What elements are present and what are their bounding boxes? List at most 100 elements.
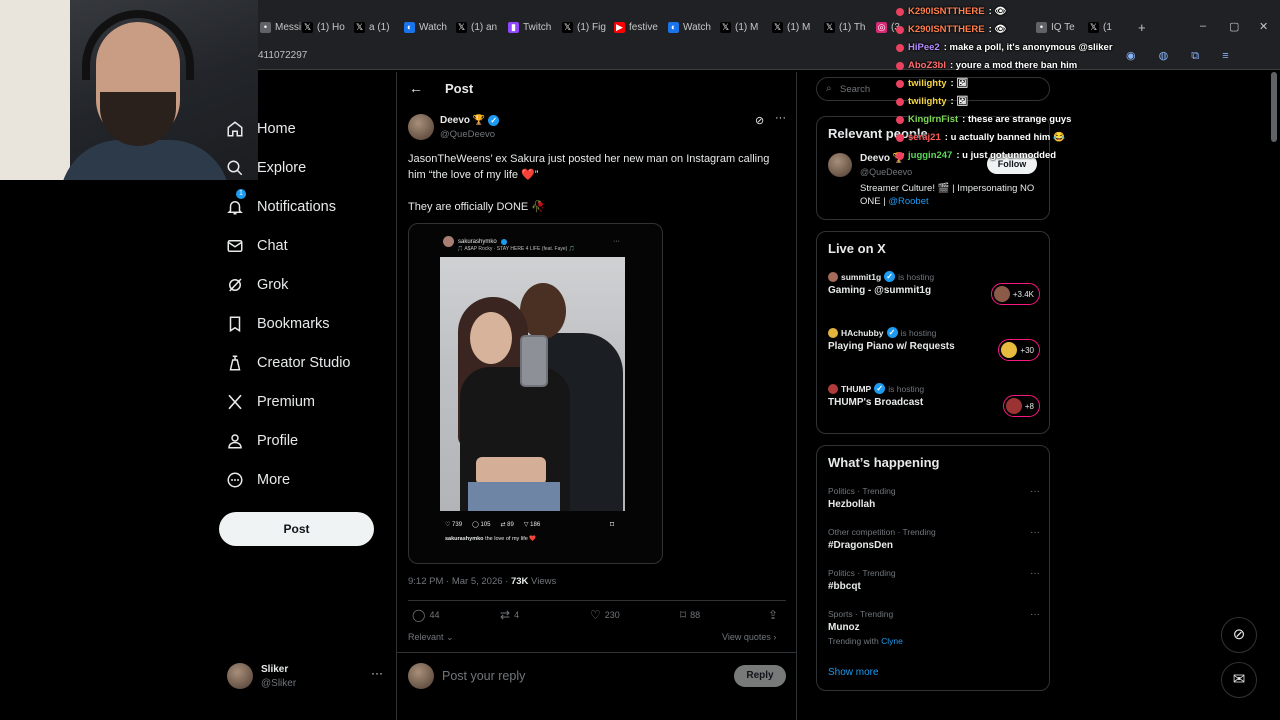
browser-tab[interactable]: 𝕏 (1) M (720, 18, 770, 36)
sidebar-item-grok[interactable]: Grok (220, 273, 288, 297)
scrollbar[interactable] (1271, 72, 1277, 142)
chat-username: AboZ3bl (908, 60, 946, 71)
post-detail: ← Post Deevo 🏆 ✓ @QueDeevo ⊘ ··· JasonTh… (396, 72, 797, 720)
post-text-2: They are officially DONE 🥀 (408, 201, 545, 213)
address-text[interactable]: 411072297 (258, 50, 307, 61)
sidebar-item-chat[interactable]: Chat (220, 234, 288, 258)
browser-tab[interactable]: ◐ Watch (404, 18, 454, 36)
tab-label: (1) M (787, 21, 811, 33)
browser-tab[interactable]: ◐ Watch (668, 18, 718, 36)
chat-username: twilighty (908, 78, 947, 89)
more-dots-icon[interactable]: ··· (371, 666, 383, 680)
trend-item[interactable]: Other competition · Trending #DragonsDen… (828, 527, 1040, 563)
sidebar-item-label: Grok (257, 277, 289, 293)
watch-icon: ◐ (404, 21, 415, 33)
more-dots-icon[interactable]: ··· (1030, 527, 1040, 538)
chat-username: seraj21 (908, 132, 941, 143)
x-logo-icon (228, 394, 242, 410)
account-switcher[interactable]: Sliker @Sliker ··· (227, 662, 387, 692)
bio-link[interactable]: @Roobet (888, 196, 928, 207)
browser-tab[interactable]: ▶ festive (614, 18, 664, 36)
new-tab-button[interactable]: + (1138, 18, 1146, 36)
browser-tab[interactable]: 𝕏 (1) M (772, 18, 822, 36)
tab-label: (1) Th (839, 21, 866, 33)
minimize-button[interactable]: – (1200, 20, 1206, 32)
browser-tab[interactable]: 𝕏 (1) Fig (562, 18, 612, 36)
trend-item[interactable]: Politics · Trending #bbcqt ··· (828, 568, 1040, 604)
verified-badge-icon (500, 238, 507, 245)
repost-icon: ⇄ 89 (500, 522, 514, 528)
browser-tab[interactable]: ▮ Twitch (508, 18, 558, 36)
x-icon: 𝕏 (720, 21, 731, 33)
bookmark-button[interactable]: ⌑ 88 (680, 608, 700, 622)
sidebar-item-notifications[interactable]: 1 Notifications (220, 189, 336, 219)
sidebar-item-label: Bookmarks (257, 316, 330, 332)
heart-icon: ♡ (590, 608, 601, 622)
browser-tab[interactable]: 𝕏 (1) Ho (302, 18, 352, 36)
live-title: Gaming - @summit1g (828, 285, 932, 296)
live-item[interactable]: THUMP ✓ is hosting THUMP's Broadcast +8 (828, 383, 1040, 423)
trend-item[interactable]: Politics · Trending Hezbollah ··· (828, 486, 1040, 522)
sort-replies-dropdown[interactable]: Relevant ⌄ (408, 632, 454, 643)
x-icon: 𝕏 (302, 21, 313, 33)
reply-button[interactable]: ◯ 44 (412, 608, 439, 622)
person-icon (228, 434, 242, 449)
listener-count: +8 (1002, 395, 1040, 417)
maximize-button[interactable]: ▢ (1229, 20, 1239, 33)
sidebar-item-home[interactable]: Home (220, 117, 296, 141)
sidebar-item-premium[interactable]: Premium (220, 390, 315, 414)
post-timestamp: 9:12 PM · Mar 5, 2026 · 73K Views (408, 576, 557, 587)
search-icon (227, 160, 243, 176)
browser-tab[interactable]: 𝕏 (1) an (456, 18, 506, 36)
x-icon: 𝕏 (824, 21, 835, 33)
tab-label: IQ Te (1051, 21, 1075, 33)
sidebar-item-more[interactable]: More (220, 468, 290, 492)
sidebar-item-creator-studio[interactable]: Creator Studio (220, 351, 351, 375)
more-dots-icon[interactable]: ··· (1030, 486, 1040, 497)
view-quotes-link[interactable]: View quotes › (722, 632, 776, 642)
more-dots-icon[interactable]: ··· (775, 112, 786, 124)
sidebar-item-profile[interactable]: Profile (220, 429, 298, 453)
author-handle[interactable]: @QueDeevo (440, 129, 495, 140)
more-dots-icon[interactable]: ··· (1030, 568, 1040, 579)
sidebar-item-bookmarks[interactable]: Bookmarks (220, 312, 330, 336)
tab-label: (1) an (471, 21, 498, 33)
live-item[interactable]: summit1g ✓ is hosting Gaming - @summit1g +… (828, 271, 1040, 311)
chat-message: AboZ3bl: youre a mod there ban him (896, 60, 1077, 71)
webcam-overlay (0, 0, 258, 180)
live-item[interactable]: HAchubby ✓ is hosting Playing Piano w/ Req… (828, 327, 1040, 367)
grok-explain-icon[interactable]: ⊘ (755, 114, 764, 127)
reply-button-submit[interactable]: Reply (734, 665, 786, 687)
tab-label: (1) M (735, 21, 759, 33)
back-arrow-icon[interactable]: ← (409, 80, 423, 96)
reply-input[interactable]: Post your reply (442, 669, 525, 683)
compose-post-button[interactable]: Post (219, 512, 374, 546)
repost-button[interactable]: ⇄ 4 (500, 608, 519, 622)
live-on-x-card: Live on X summit1g ✓ is hosting Gaming - @… (816, 231, 1050, 434)
sidebar-item-explore[interactable]: Explore (220, 156, 306, 180)
like-button[interactable]: ♡ 230 (590, 608, 620, 622)
extension-icons[interactable]: ◉ ◍ ⧉ ≡ (1126, 49, 1239, 63)
browser-tab[interactable]: 𝕏 (1 (1088, 18, 1138, 36)
author-avatar[interactable] (408, 114, 434, 140)
chat-username: twilighty (908, 96, 947, 107)
avatar[interactable] (828, 153, 852, 177)
browser-tab[interactable]: • IQ Te (1036, 18, 1086, 36)
chat-message: KingIrnFist: these are strange guys (896, 114, 1071, 125)
chat-badge-icon (896, 115, 904, 124)
chat-username: KingIrnFist (908, 114, 959, 125)
author-name[interactable]: Deevo 🏆 ✓ (440, 115, 500, 126)
browser-tab[interactable]: 𝕏a (1) (354, 18, 404, 36)
grok-fab-icon[interactable]: ⊘ (1221, 617, 1257, 653)
trend-item[interactable]: Sports · Trending Munoz Trending with Cl… (828, 609, 1040, 657)
close-window-button[interactable]: ✕ (1259, 20, 1268, 33)
messages-fab-icon[interactable]: ✉ (1221, 662, 1257, 698)
show-more-link[interactable]: Show more (828, 667, 879, 678)
browser-tab[interactable]: 𝕏 (1) Th (824, 18, 874, 36)
share-button[interactable]: ⇪ (768, 608, 778, 622)
divider (408, 600, 786, 601)
post-media[interactable]: sakurashymko 🎵 A$AP Rocky · STAY HERE 4 … (408, 223, 663, 564)
more-dots-icon[interactable]: ··· (1030, 609, 1040, 620)
search-icon: ⌕ (826, 83, 832, 94)
home-icon (227, 121, 243, 137)
